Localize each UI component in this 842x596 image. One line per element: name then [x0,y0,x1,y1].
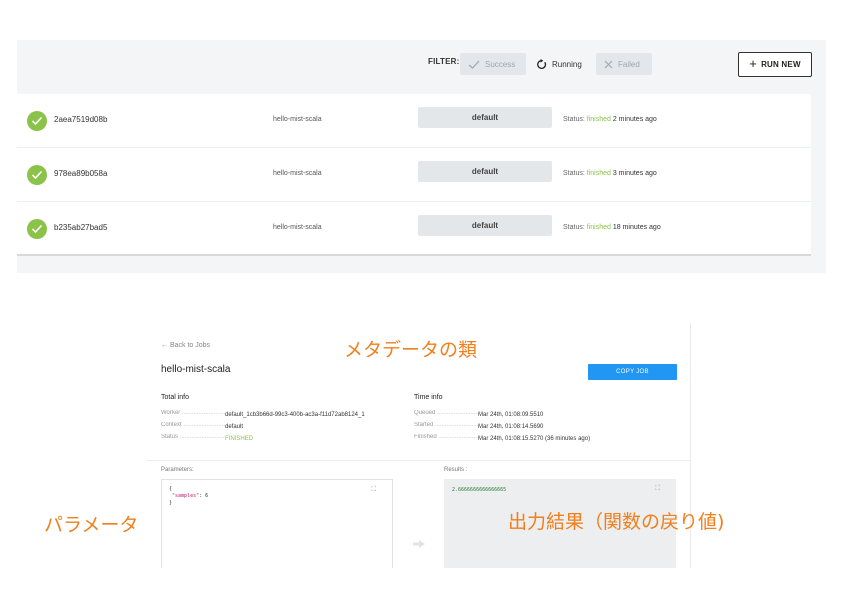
jobs-panel: FILTER: Success Running Failed + RUN NEW… [17,40,826,273]
started-row: StartedMar 24th, 01:08:14.5690 [414,422,543,430]
started-key: Started [414,422,478,428]
job-status: Status: finished 2 minutes ago [563,116,657,123]
filter-success-chip[interactable]: Success [460,53,526,75]
context-value: default [225,424,244,430]
context-row: Contextdefault [161,422,243,430]
job-context-badge: default [418,107,552,128]
copy-job-button[interactable]: COPY JOB [588,364,677,380]
finished-value: Mar 24th, 01:08:15.5270 (36 minutes ago) [478,436,591,442]
job-row[interactable]: 978ea89b058a hello-mist-scala default St… [17,148,811,202]
job-function: hello-mist-scala [273,116,322,123]
back-to-jobs-link[interactable]: ← Back to Jobs [161,342,210,349]
job-context-badge: default [418,215,552,236]
started-value: Mar 24th, 01:08:14.5690 [478,424,544,430]
filter-failed-label: Failed [618,59,640,69]
filter-bar: FILTER: Success Running Failed + RUN NEW [17,40,826,90]
finished-row: FinishedMar 24th, 01:08:15.5270 (36 minu… [414,434,590,442]
refresh-icon [537,58,547,69]
status-row: StatusFINISHED [161,434,253,442]
check-icon [468,60,480,69]
context-key: Context [161,422,225,428]
annotation-metadata: メタデータの類 [344,339,478,361]
job-function: hello-mist-scala [273,224,322,231]
status-value: finished [586,170,611,177]
job-status: Status: finished 3 minutes ago [563,170,657,177]
job-list: 2aea7519d08b hello-mist-scala default St… [17,94,811,256]
x-icon [604,60,613,68]
worker-row: Workerdefault_1cb3b66d-99c3-400b-ac3a-f1… [161,410,365,418]
parameters-code: { "samples": 6 } [169,486,208,507]
job-status: Status: finished 18 minutes ago [563,224,661,231]
job-row[interactable]: 2aea7519d08b hello-mist-scala default St… [17,94,811,148]
parameters-label: Parameters: [161,467,194,473]
filter-running-label: Running [552,59,582,69]
status-time: 3 minutes ago [612,170,657,177]
filter-failed-chip[interactable]: Failed [596,53,652,75]
check-circle-icon [27,219,47,239]
total-info-heading: Total info [161,394,190,401]
annotation-results: 出力結果（関数の戻り値) [508,511,725,533]
status-value: finished [586,224,611,231]
status-value: FINISHED [225,436,254,442]
status-value: finished [586,116,611,123]
results-label: Results : [444,467,468,473]
result-value: 2.6666666666666665 [452,487,507,493]
worker-value: default_1cb3b66d-99c3-400b-ac3a-f11d72ab… [225,412,365,418]
job-function: hello-mist-scala [273,170,322,177]
finished-key: Finished [414,434,478,440]
job-id[interactable]: 2aea7519d08b [54,115,107,124]
job-context-badge: default [418,161,552,182]
worker-key: Worker [161,410,225,416]
queued-key: Queued [414,410,478,416]
check-circle-icon [27,165,47,185]
filter-label: FILTER: [428,57,460,66]
run-new-label: RUN NEW [761,60,801,69]
run-new-button[interactable]: + RUN NEW [738,52,812,77]
status-time: 18 minutes ago [612,224,661,231]
parameters-editor[interactable]: { "samples": 6 } ⛶ [161,479,393,568]
job-row[interactable]: b235ab27bad5 hello-mist-scala default St… [17,202,811,256]
queued-value: Mar 24th, 01:08:09.5510 [478,412,544,418]
expand-icon[interactable]: ⛶ [371,486,376,494]
divider [146,460,691,461]
code-key: "samples" [172,493,200,499]
check-circle-icon [27,111,47,131]
status-prefix: Status: [563,224,585,231]
code-value: : 6 [199,493,209,499]
time-info-heading: Time info [414,394,443,401]
annotation-parameters: パラメータ [44,514,139,536]
code-close-brace: } [169,500,173,506]
status-prefix: Status: [563,116,585,123]
filter-success-label: Success [485,59,516,69]
job-id[interactable]: b235ab27bad5 [54,223,107,232]
status-key: Status [161,434,225,440]
status-time: 2 minutes ago [612,116,657,123]
status-prefix: Status: [563,170,585,177]
expand-icon[interactable]: ⛶ [655,485,660,493]
job-id[interactable]: 978ea89b058a [54,169,107,178]
plus-icon: + [749,56,758,71]
detail-title: hello-mist-scala [161,364,231,375]
code-open-brace: { [169,486,173,492]
arrow-right-icon [413,540,425,548]
filter-running-chip[interactable]: Running [530,53,594,75]
queued-row: QueuedMar 24th, 01:08:09.5510 [414,410,543,418]
